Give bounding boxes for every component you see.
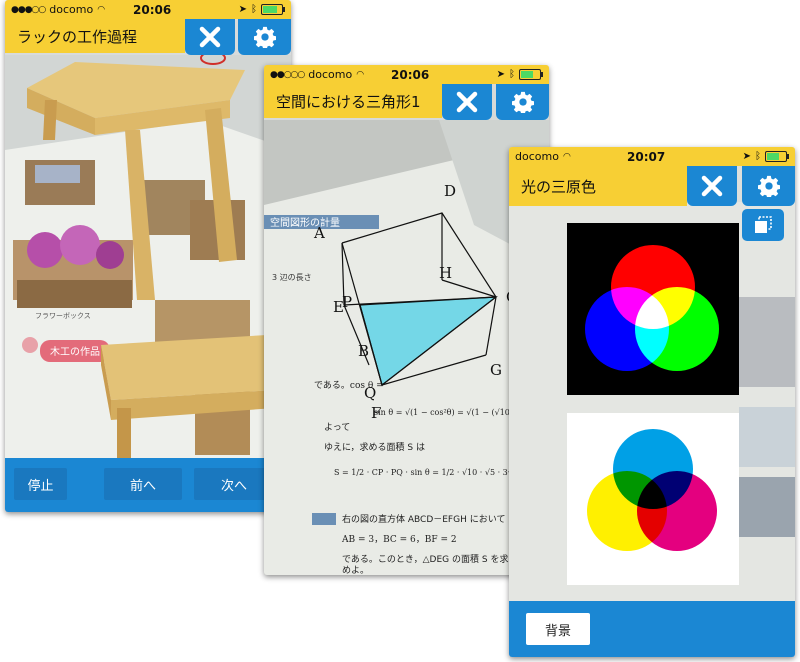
page-title: 空間における三角形1 [276, 92, 421, 111]
bluetooth-icon: ᛒ [755, 151, 761, 162]
green-circle [635, 287, 719, 371]
additive-color-panel [567, 223, 739, 395]
page-title: ラックの工作過程 [17, 27, 138, 46]
close-button[interactable] [185, 19, 235, 55]
settings-button[interactable] [742, 166, 795, 206]
subtractive-color-panel [567, 413, 739, 585]
location-icon: ➤ [742, 151, 751, 162]
book-line-9: AB = 3，BC = 6，BF = 2 [341, 535, 457, 545]
battery-icon [519, 69, 543, 80]
vertex-label-b: B [358, 342, 369, 360]
wifi-icon: ◠ [562, 151, 571, 162]
vertex-label-p: P [342, 293, 352, 311]
signal-icon: ●●○○○ [270, 69, 305, 80]
status-icons: ➤ ᛒ [742, 151, 789, 162]
carrier-info: docomo ◠ [515, 150, 571, 163]
swap-view-button[interactable] [742, 209, 784, 241]
vertex-label-a: A [313, 224, 325, 242]
clock: 20:07 [627, 149, 666, 164]
vertex-label-d: D [444, 182, 456, 200]
background-button[interactable]: 背景 [526, 613, 590, 645]
title-bar: 空間における三角形1 [264, 84, 442, 118]
bluetooth-icon: ᛒ [251, 4, 257, 15]
page-title: 光の三原色 [521, 177, 597, 196]
wifi-icon: ◠ [356, 69, 365, 80]
book-line-4: よって [324, 422, 350, 433]
close-button[interactable] [442, 84, 492, 120]
close-icon [701, 175, 723, 197]
vertex-label-f: F [371, 404, 381, 422]
gear-icon [253, 26, 276, 48]
vertex-label-h: H [439, 264, 452, 282]
carrier-label: docomo [515, 150, 559, 163]
battery-icon [261, 4, 285, 15]
settings-button[interactable] [238, 19, 291, 55]
carrier-label: docomo [49, 3, 94, 16]
signal-icon: ●●●○○ [11, 4, 46, 15]
screen-space-triangle: 空間図形の計量 3 辺の長さ である。cos θ = よって sin θ = √… [264, 65, 549, 575]
book-line-6: ゆえに，求める面積 S は [324, 441, 425, 453]
title-bar: 光の三原色 [509, 166, 687, 206]
status-bar: ●●○○○ docomo ◠ 20:06 ➤ ᛒ [264, 65, 549, 84]
bluetooth-icon: ᛒ [509, 69, 515, 80]
carrier-info: ●●●○○ docomo ◠ [11, 3, 105, 16]
close-icon [456, 91, 478, 113]
book-label-flowerbox: フラワーボックス [35, 312, 91, 320]
magenta-circle [637, 471, 717, 551]
status-bar: docomo ◠ 20:07 ➤ ᛒ [509, 147, 795, 166]
book-line-8: 右の図の直方体 ABCD－EFGH において [342, 513, 505, 525]
location-icon: ➤ [238, 4, 247, 15]
bottom-toolbar: 停止 前へ 次へ [5, 458, 291, 512]
title-bar: ラックの工作過程 [5, 19, 185, 53]
gear-icon [757, 175, 780, 197]
book-caption: 木工の作品 [50, 346, 100, 358]
clock: 20:06 [391, 67, 430, 82]
wifi-icon: ◠ [97, 4, 106, 15]
settings-button[interactable] [496, 84, 549, 120]
carrier-label: docomo [308, 68, 353, 81]
status-icons: ➤ ᛒ [496, 69, 543, 80]
battery-icon [765, 151, 789, 162]
status-icons: ➤ ᛒ [238, 4, 285, 15]
book-line-10: である。このとき，△DEG の面積 S を求 [342, 553, 508, 565]
book-line-heading: 空間図形の計量 [270, 216, 340, 229]
bottom-toolbar: 背景 [509, 601, 795, 657]
stop-button[interactable]: 停止 [14, 468, 67, 500]
close-icon [199, 26, 221, 48]
screen-rack-process: 木工の作品 フラワーボックス ●●●○○ docomo ◠ 20:06 ➤ ᛒ [5, 0, 291, 512]
screen-three-primary-colors: docomo ◠ 20:07 ➤ ᛒ 光の三原色 背景 [509, 147, 795, 657]
status-bar: ●●●○○ docomo ◠ 20:06 ➤ ᛒ [5, 0, 291, 19]
vertex-label-g: G [490, 361, 502, 379]
camera-view: 空間図形の計量 3 辺の長さ である。cos θ = よって sin θ = √… [264, 120, 549, 575]
clock: 20:06 [133, 2, 172, 17]
book-photo-pots [35, 165, 80, 183]
book-line-7: S = 1/2 · CP · PQ · sin θ = 1/2 · √10 · … [334, 468, 536, 477]
vertex-label-q: Q [364, 384, 376, 402]
book-line-11: めよ。 [342, 565, 369, 575]
book-line-2: 3 辺の長さ [272, 273, 312, 282]
camera-view: 木工の作品 フラワーボックス [5, 51, 291, 465]
prev-button[interactable]: 前へ [104, 468, 182, 500]
carrier-info: ●●○○○ docomo ◠ [270, 68, 364, 81]
next-button[interactable]: 次へ [194, 468, 274, 500]
gear-icon [511, 91, 534, 113]
close-button[interactable] [687, 166, 737, 206]
location-icon: ➤ [496, 69, 505, 80]
problem-tag [312, 513, 336, 525]
swap-icon [755, 216, 772, 233]
